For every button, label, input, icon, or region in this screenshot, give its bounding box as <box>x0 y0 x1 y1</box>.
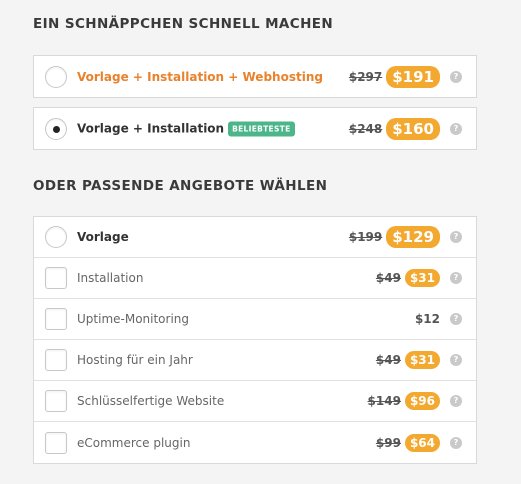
quick-deal-option-install[interactable]: Vorlage + Installation BELIEBTESTE $248 $… <box>34 108 476 149</box>
old-price: $49 <box>375 353 401 367</box>
option-label: Vorlage + Installation + Webhosting <box>77 69 323 84</box>
price: $297 $191 <box>348 65 440 88</box>
addon-hosting[interactable]: Hosting für ein Jahr $49 $31 ? <box>34 340 476 381</box>
popular-badge: BELIEBTESTE <box>228 121 295 136</box>
radio-button[interactable] <box>45 65 67 88</box>
section-title-quick-deal: EIN SCHNÄPPCHEN SCHNELL MACHEN <box>33 16 334 32</box>
addon-label: Installation <box>77 271 144 285</box>
old-price: $99 <box>375 435 401 450</box>
checkbox[interactable] <box>45 390 67 412</box>
offer-main-vorlage[interactable]: Vorlage $199 $129 ? <box>34 217 476 258</box>
option-label: Vorlage <box>77 230 129 244</box>
new-price-badge: $31 <box>404 351 440 369</box>
price: $49 $31 <box>376 269 440 287</box>
quick-deal-option-full[interactable]: Vorlage + Installation + Webhosting $297… <box>34 56 476 97</box>
new-price-badge: $129 <box>386 226 440 248</box>
question-mark-icon[interactable]: ? <box>450 231 462 243</box>
question-mark-icon[interactable]: ? <box>450 313 462 325</box>
old-price: $248 <box>348 121 383 136</box>
checkbox[interactable] <box>45 267 67 289</box>
new-price-badge: $191 <box>386 65 440 88</box>
addon-label: eCommerce plugin <box>77 435 191 450</box>
price: $12 <box>415 312 440 326</box>
price: $248 $160 <box>348 117 440 140</box>
question-mark-icon[interactable]: ? <box>450 122 462 135</box>
addon-installation[interactable]: Installation $49 $31 ? <box>34 258 476 299</box>
price: $49 $31 <box>376 351 440 369</box>
question-mark-icon[interactable]: ? <box>450 272 462 284</box>
new-price-badge: $31 <box>404 269 440 287</box>
quick-deal-box: Vorlage + Installation + Webhosting $297… <box>33 55 477 98</box>
checkbox[interactable] <box>45 349 67 371</box>
new-price-badge: $96 <box>404 392 440 410</box>
addon-uptime-monitoring[interactable]: Uptime-Monitoring $12 ? <box>34 299 476 340</box>
addon-ecommerce-plugin[interactable]: eCommerce plugin $99 $64 ? <box>34 422 476 463</box>
addon-label: Uptime-Monitoring <box>77 312 190 326</box>
addon-label: Hosting für ein Jahr <box>77 353 193 367</box>
price: $99 $64 <box>375 433 440 452</box>
option-label: Vorlage + Installation BELIEBTESTE <box>77 121 295 136</box>
radio-button[interactable] <box>45 226 67 248</box>
new-price-badge: $64 <box>404 433 440 452</box>
old-price: $199 <box>348 230 383 244</box>
section-title-custom-offers: ODER PASSENDE ANGEBOTE WÄHLEN <box>33 178 328 194</box>
new-price-badge: $160 <box>386 117 440 140</box>
question-mark-icon[interactable]: ? <box>450 395 462 407</box>
question-mark-icon[interactable]: ? <box>450 436 462 449</box>
price: $199 $129 <box>349 226 440 248</box>
custom-offers-box: Vorlage $199 $129 ? Installation $49 $31… <box>33 216 477 464</box>
question-mark-icon[interactable]: ? <box>450 70 462 83</box>
addon-label: Schlüsselfertige Website <box>77 394 225 408</box>
option-label-text: Vorlage + Installation <box>77 121 225 135</box>
old-price: $297 <box>348 69 383 84</box>
quick-deal-box-2: Vorlage + Installation BELIEBTESTE $248 $… <box>33 107 477 150</box>
question-mark-icon[interactable]: ? <box>450 354 462 366</box>
price-value: $12 <box>414 312 440 326</box>
price: $149 $96 <box>368 392 440 410</box>
checkbox[interactable] <box>45 308 67 330</box>
old-price: $49 <box>375 271 401 285</box>
radio-button-selected[interactable] <box>45 117 67 140</box>
checkbox[interactable] <box>45 431 67 454</box>
addon-turnkey-website[interactable]: Schlüsselfertige Website $149 $96 ? <box>34 381 476 422</box>
old-price: $149 <box>367 394 401 408</box>
